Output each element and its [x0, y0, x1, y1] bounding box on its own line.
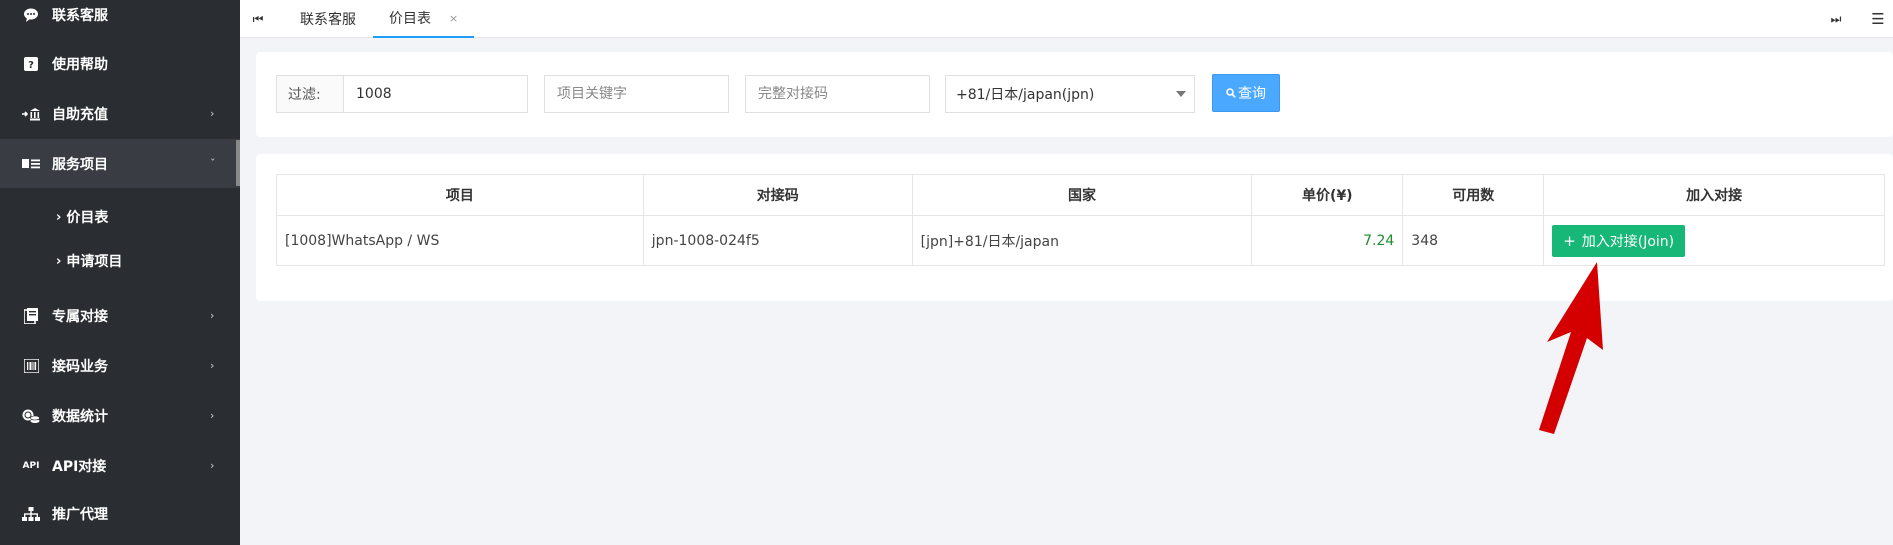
- sidebar-item-statistics[interactable]: 数据统计 ›: [0, 391, 240, 440]
- table-row: [1008]WhatsApp / WS jpn-1008-024f5 [jpn]…: [276, 215, 1885, 266]
- tab-price-list[interactable]: 价目表 ×: [373, 0, 475, 38]
- project-cell: [1008]WhatsApp / WS: [276, 215, 644, 266]
- sidebar-item-api[interactable]: API API对接 ›: [0, 441, 240, 490]
- table-header-row: 项目 对接码 国家 单价(¥) 可用数 加入对接: [276, 174, 1885, 216]
- sidebar-item-label: 服务项目: [52, 156, 108, 173]
- sidebar-item-label: 推广代理: [52, 506, 108, 523]
- code-cell: jpn-1008-024f5: [642, 215, 913, 266]
- query-button-label: 查询: [1238, 86, 1266, 102]
- join-cell: + 加入对接(Join): [1543, 215, 1885, 266]
- question-square-icon: ?: [22, 56, 40, 72]
- column-header: 对接码: [642, 174, 913, 216]
- chevron-right-icon: ›: [210, 309, 215, 322]
- chevron-right-icon: ›: [56, 209, 62, 225]
- join-button[interactable]: + 加入对接(Join): [1552, 224, 1686, 257]
- sidebar-item-label: 自助充值: [52, 106, 108, 123]
- price-table: 项目 对接码 国家 单价(¥) 可用数 加入对接 [1008]WhatsApp …: [276, 174, 1885, 266]
- join-button-label: 加入对接(Join): [1581, 233, 1675, 250]
- sidebar-subitem-label: 申请项目: [66, 254, 123, 270]
- chevron-right-icon: ›: [210, 359, 215, 372]
- plus-icon: +: [1563, 231, 1576, 250]
- sidebar-item-services[interactable]: 服务项目 ˇ: [0, 139, 240, 188]
- sidebar-item-affiliate[interactable]: 推广代理: [0, 489, 240, 538]
- bank-icon: [22, 106, 40, 122]
- sidebar-subitem-label: 价目表: [66, 210, 109, 226]
- results-panel: 项目 对接码 国家 单价(¥) 可用数 加入对接 [1008]WhatsApp …: [256, 154, 1893, 301]
- book-icon: [22, 307, 40, 324]
- sidebar-item-label: 接码业务: [52, 358, 108, 375]
- chevron-right-icon: ›: [210, 459, 215, 472]
- sitemap-icon: [22, 506, 40, 522]
- sidebar-item-label: 使用帮助: [52, 56, 108, 73]
- query-button[interactable]: 查询: [1212, 74, 1280, 112]
- sidebar-item-label: 数据统计: [52, 408, 108, 425]
- tab-customer-service[interactable]: 联系客服: [284, 0, 372, 38]
- price-cell: 7.24: [1251, 215, 1404, 266]
- sidebar-scroll-indicator: [236, 140, 240, 186]
- caret-down-icon: [1176, 91, 1186, 97]
- filter-panel: 过滤: +81/日本/japan(jpn) 查询: [256, 52, 1893, 137]
- barcode-icon: [22, 358, 40, 374]
- sidebar-item-help[interactable]: ? 使用帮助: [0, 39, 240, 88]
- country-select-value: +81/日本/japan(jpn): [956, 87, 1095, 103]
- sidebar-item-dedicated[interactable]: 专属对接 ›: [0, 291, 240, 340]
- api-icon: API: [22, 460, 40, 471]
- sidebar-item-label: API对接: [52, 458, 107, 475]
- close-icon[interactable]: ×: [449, 12, 458, 25]
- tab-scroll-right-icon[interactable]: ⏭: [1818, 0, 1854, 38]
- sidebar-item-sms-business[interactable]: 接码业务 ›: [0, 341, 240, 390]
- coins-icon: [22, 408, 40, 424]
- filter-input[interactable]: [343, 75, 528, 113]
- chevron-right-icon: ›: [56, 253, 62, 269]
- sidebar: 联系客服 ? 使用帮助 自助充值 › 服务项目 ˇ › 价目表 › 申请项目 专…: [0, 0, 240, 545]
- menu-icon[interactable]: ☰: [1860, 0, 1893, 38]
- chevron-right-icon: ›: [210, 409, 215, 422]
- sidebar-item-label: 联系客服: [52, 7, 108, 24]
- tab-label: 价目表: [389, 11, 431, 27]
- code-input[interactable]: [745, 75, 930, 113]
- country-select[interactable]: +81/日本/japan(jpn): [945, 75, 1195, 113]
- column-header: 国家: [911, 174, 1253, 216]
- sidebar-subitem-price-list[interactable]: › 价目表: [0, 195, 240, 239]
- column-header: 项目: [276, 174, 644, 216]
- annotation-arrow-icon: [1539, 262, 1603, 434]
- sidebar-item-customer-service[interactable]: 联系客服: [0, 0, 240, 39]
- tab-label: 联系客服: [300, 12, 356, 28]
- tab-bar: ⏮ 联系客服 价目表 × ⏭ ☰: [240, 0, 1893, 38]
- chevron-right-icon: ›: [210, 107, 215, 120]
- column-header: 单价(¥): [1251, 174, 1404, 216]
- filter-label: 过滤:: [276, 75, 344, 113]
- column-header: 加入对接: [1543, 174, 1885, 216]
- sidebar-subitem-apply-project[interactable]: › 申请项目: [0, 239, 240, 283]
- available-cell: 348: [1402, 215, 1545, 266]
- keyword-input[interactable]: [544, 75, 729, 113]
- id-card-icon: [22, 156, 40, 172]
- country-cell: [jpn]+81/日本/japan: [911, 215, 1253, 266]
- search-icon: [1226, 88, 1236, 98]
- sidebar-item-recharge[interactable]: 自助充值 ›: [0, 89, 240, 138]
- column-header: 可用数: [1402, 174, 1545, 216]
- svg-text:?: ?: [28, 60, 34, 71]
- sidebar-item-label: 专属对接: [52, 308, 108, 325]
- chat-bubble-icon: [22, 7, 40, 23]
- tab-scroll-left-icon[interactable]: ⏮: [240, 0, 276, 38]
